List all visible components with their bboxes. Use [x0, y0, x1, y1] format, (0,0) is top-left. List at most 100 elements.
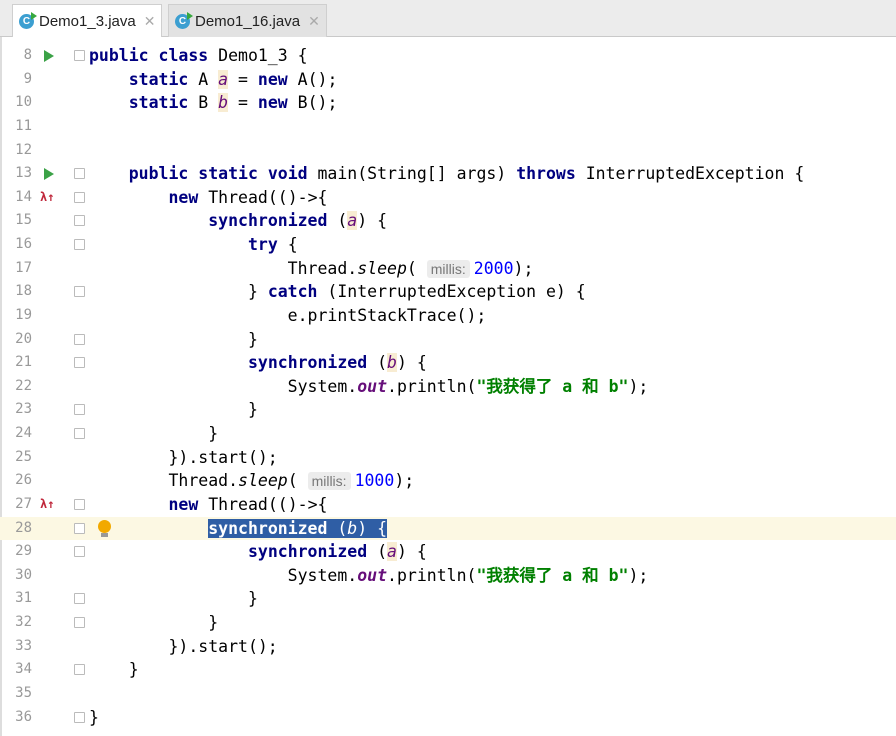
line-number: 24 [15, 425, 32, 441]
lambda-override-icon[interactable]: λ↑ [40, 493, 54, 517]
line-number: 13 [15, 165, 32, 182]
code-text: new Thread(()->{ [89, 186, 327, 210]
fold-marker-icon[interactable] [74, 617, 85, 628]
code-token: ); [394, 471, 415, 491]
code-line[interactable]: 34 } [0, 658, 896, 682]
code-line[interactable]: 31 } [0, 587, 896, 611]
code-token: Thread. [89, 258, 358, 278]
tab-demo1-3[interactable]: C Demo1_3.java ✕ [12, 4, 163, 37]
code-token: Demo1_3 { [218, 46, 308, 65]
code-text: Thread.sleep( millis: 1000); [89, 469, 414, 494]
java-class-icon: C [19, 11, 37, 29]
code-line[interactable]: 17 Thread.sleep( millis: 2000); [0, 257, 896, 281]
line-number: 33 [15, 637, 32, 654]
code-line[interactable]: 13 public static void main(String[] args… [0, 162, 896, 186]
code-line[interactable]: 21 synchronized (b) { [0, 351, 896, 375]
code-editor[interactable]: 8 public class Demo1_3 {9 static A a = ne… [0, 44, 896, 729]
code-token: }).start(); [89, 447, 278, 467]
code-token: ( [377, 542, 388, 562]
tab-label: Demo1_16.java [195, 12, 301, 30]
code-token: .println( [387, 376, 477, 396]
line-number: 34 [15, 661, 32, 678]
code-line[interactable]: 23 } [0, 398, 896, 422]
fold-marker-icon[interactable] [74, 286, 85, 298]
code-line[interactable]: 22 System.out.println("我获得了 a 和 b"); [0, 375, 896, 399]
line-number: 18 [15, 283, 32, 300]
code-token: try [247, 235, 288, 254]
tab-label: Demo1_3.java [39, 12, 136, 30]
code-line[interactable]: 35 [0, 682, 896, 706]
code-token: public class [89, 46, 219, 65]
lambda-override-icon[interactable]: λ↑ [40, 186, 54, 210]
code-token: ) { [357, 518, 388, 538]
fold-marker-icon[interactable] [74, 404, 85, 416]
line-number: 12 [15, 141, 32, 158]
fold-marker-icon[interactable] [74, 664, 85, 676]
code-line[interactable]: 33 }).start(); [0, 635, 896, 659]
code-line[interactable]: 30 System.out.println("我获得了 a 和 b"); [0, 564, 896, 588]
code-line[interactable]: 28 synchronized (b) { [0, 516, 896, 541]
code-line[interactable]: 8 public class Demo1_3 { [0, 44, 896, 68]
line-number: 10 [15, 94, 32, 111]
code-line[interactable]: 15 synchronized (a) { [0, 209, 896, 233]
line-number: 29 [15, 543, 32, 560]
code-line[interactable]: 32 } [0, 611, 896, 635]
fold-marker-icon[interactable] [74, 357, 85, 369]
code-token: main(String[] args) [317, 164, 517, 184]
code-token: ( [406, 258, 427, 278]
code-line[interactable]: 25 }).start(); [0, 446, 896, 470]
code-line[interactable]: 18 } catch (InterruptedException e) { [0, 280, 896, 304]
run-icon[interactable] [44, 50, 54, 62]
code-line[interactable]: 12 [0, 139, 896, 163]
code-line[interactable]: 29 synchronized (a) { [0, 540, 896, 564]
code-token: } [89, 660, 139, 680]
close-tab-icon[interactable]: ✕ [144, 13, 156, 30]
close-tab-icon[interactable]: ✕ [308, 13, 320, 30]
code-token: "我获得了 a 和 b" [476, 565, 629, 585]
code-token: } [89, 329, 258, 349]
code-line[interactable]: 19 e.printStackTrace(); [0, 304, 896, 328]
code-text: } [89, 611, 218, 635]
fold-marker-icon[interactable] [74, 191, 85, 203]
code-token: out [357, 565, 388, 585]
fold-marker-icon[interactable] [74, 239, 85, 250]
fold-marker-icon[interactable] [74, 711, 85, 723]
code-token: ); [628, 376, 649, 396]
tab-demo1-16[interactable]: C Demo1_16.java ✕ [168, 4, 327, 37]
code-token: ( [337, 211, 348, 231]
code-line[interactable]: 27 λ↑ new Thread(()->{ [0, 493, 896, 517]
code-token: ); [513, 258, 534, 278]
code-line[interactable]: 14 λ↑ new Thread(()->{ [0, 186, 896, 210]
fold-marker-icon[interactable] [74, 168, 85, 180]
fold-marker-icon[interactable] [74, 215, 85, 227]
code-token: static [128, 93, 199, 113]
code-line[interactable]: 10 static B b = new B(); [0, 91, 896, 115]
fold-marker-icon[interactable] [74, 522, 85, 534]
code-line[interactable]: 20 } [0, 328, 896, 352]
code-token: new [168, 494, 209, 514]
code-line[interactable]: 16 try { [0, 233, 896, 257]
code-line[interactable]: 9 static A a = new A(); [0, 68, 896, 92]
code-line[interactable]: 24 } [0, 422, 896, 446]
fold-marker-icon[interactable] [74, 50, 85, 61]
code-text: synchronized (a) { [89, 540, 427, 564]
line-number: 23 [15, 401, 32, 418]
code-token: Thread(()->{ [208, 187, 328, 207]
fold-marker-icon[interactable] [74, 546, 85, 558]
code-text: public class Demo1_3 { [89, 44, 308, 68]
fold-marker-icon[interactable] [74, 428, 85, 439]
run-icon[interactable] [44, 168, 54, 181]
fold-marker-icon[interactable] [74, 333, 85, 345]
code-token: a [347, 211, 358, 231]
code-line[interactable]: 36} [0, 706, 896, 730]
code-line[interactable]: 26 Thread.sleep( millis: 1000); [0, 469, 896, 493]
code-token: a [218, 69, 229, 89]
fold-marker-icon[interactable] [74, 498, 85, 510]
line-number: 14 [15, 188, 32, 205]
code-line[interactable]: 11 [0, 115, 896, 139]
code-token: System. [89, 565, 358, 585]
code-token: Thread. [89, 471, 239, 491]
fold-marker-icon[interactable] [74, 593, 85, 605]
